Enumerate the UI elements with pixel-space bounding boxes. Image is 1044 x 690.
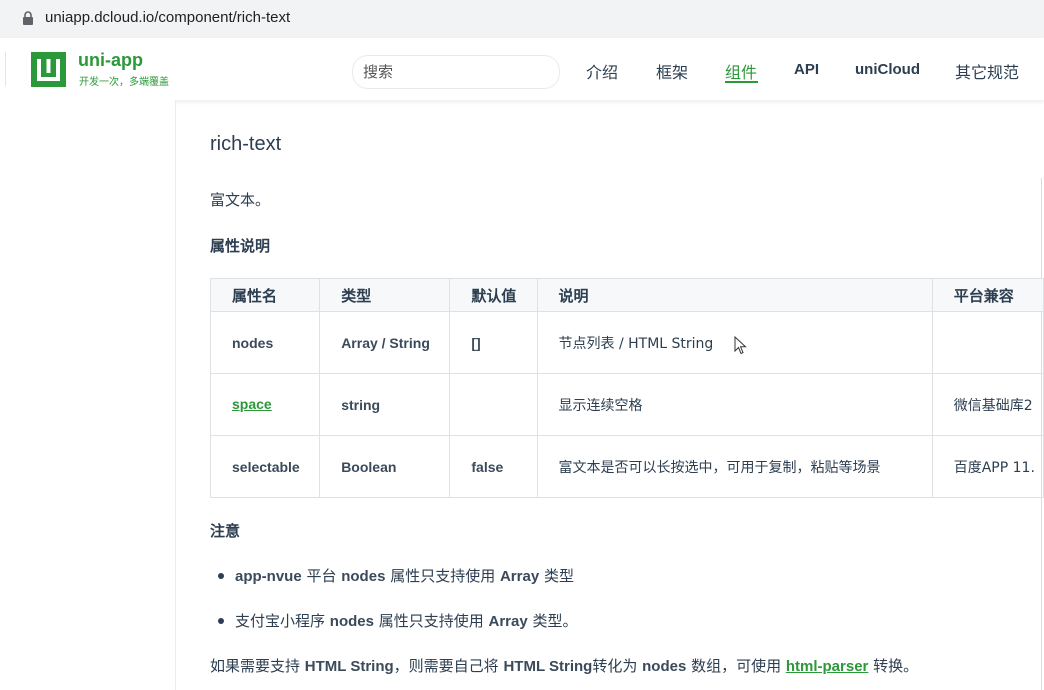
table-row: selectable Boolean false 富文本是否可以长按选中，可用于… bbox=[209, 435, 1044, 498]
nav-intro[interactable]: 介绍 bbox=[586, 59, 618, 83]
props-table: 属性名 类型 默认值 说明 平台兼容 nodes Array / String … bbox=[209, 278, 1044, 498]
navbar-divider bbox=[5, 52, 6, 86]
brand-tagline: 开发一次，多端覆盖 bbox=[79, 77, 169, 88]
address-bar[interactable]: uniapp.dcloud.io/component/rich-text bbox=[0, 0, 1044, 39]
lock-icon bbox=[23, 11, 33, 25]
search-box[interactable] bbox=[352, 55, 560, 89]
table-header-row: 属性名 类型 默认值 说明 平台兼容 bbox=[209, 278, 1044, 312]
space-link[interactable]: space bbox=[232, 396, 272, 412]
col-header-desc: 说明 bbox=[536, 278, 933, 312]
note-code: Array bbox=[499, 568, 540, 585]
note-code: app-nvue bbox=[235, 568, 302, 585]
cell-desc: 显示连续空格 bbox=[536, 373, 933, 436]
nav-components[interactable]: 组件 bbox=[725, 59, 757, 83]
final-text: 如果需要支持 bbox=[210, 657, 305, 675]
sidebar[interactable] bbox=[0, 100, 176, 690]
final-text: ，则需要自己将 bbox=[393, 657, 504, 675]
cell-platform: 微信基础库2 bbox=[931, 373, 1044, 436]
final-code: nodes bbox=[642, 658, 687, 675]
note-item-1: app-nvue 平台 nodes 属性只支持使用 Array 类型 bbox=[235, 565, 574, 586]
final-text: 转化为 bbox=[592, 657, 643, 675]
search-input[interactable] bbox=[361, 62, 545, 82]
final-code: HTML String bbox=[503, 658, 593, 675]
cell-default bbox=[449, 373, 538, 436]
cell-default: [] bbox=[449, 311, 538, 374]
cell-desc: 富文本是否可以长按选中，可用于复制，粘贴等场景 bbox=[536, 435, 933, 498]
col-header-type: 类型 bbox=[319, 278, 451, 312]
cell-default: false bbox=[449, 435, 538, 498]
nav-other-specs[interactable]: 其它规范 bbox=[955, 59, 1019, 83]
site-navbar: uni-app 开发一次，多端覆盖 介绍 框架 组件 API uniCloud … bbox=[0, 38, 1044, 100]
conversion-note: 如果需要支持 HTML String，则需要自己将 HTML String转化为… bbox=[210, 655, 918, 676]
cell-type: Boolean bbox=[319, 435, 451, 498]
table-row: space string 显示连续空格 微信基础库2 bbox=[209, 373, 1044, 436]
uniapp-logo-icon[interactable] bbox=[31, 52, 66, 87]
cell-prop-name: nodes bbox=[209, 311, 321, 374]
final-code: HTML String bbox=[304, 658, 394, 675]
note-code: Array bbox=[488, 613, 528, 630]
bullet-dot bbox=[218, 573, 224, 579]
cell-type: Array / String bbox=[319, 311, 451, 374]
note-text: 类型 bbox=[539, 567, 574, 585]
col-header-default: 默认值 bbox=[449, 278, 538, 312]
note-heading: 注意 bbox=[210, 522, 241, 540]
final-text: 转换。 bbox=[868, 657, 919, 675]
note-code: nodes bbox=[329, 613, 374, 630]
cell-prop-name: space bbox=[209, 373, 321, 436]
brand-name[interactable]: uni-app bbox=[78, 50, 143, 71]
note-text: 类型。 bbox=[527, 612, 578, 630]
nav-api[interactable]: API bbox=[794, 61, 819, 78]
nav-framework[interactable]: 框架 bbox=[656, 59, 688, 83]
cell-prop-name: selectable bbox=[209, 435, 321, 498]
note-text: 支付宝小程序 bbox=[235, 612, 330, 630]
nav-unicloud[interactable]: uniCloud bbox=[855, 61, 920, 78]
col-header-name: 属性名 bbox=[209, 278, 321, 312]
bullet-dot bbox=[218, 618, 224, 624]
cell-platform: 百度APP 11. bbox=[931, 435, 1044, 498]
note-text: 属性只支持使用 bbox=[385, 567, 500, 585]
table-row: nodes Array / String [] 节点列表 / HTML Stri… bbox=[209, 311, 1044, 374]
cell-type: string bbox=[319, 373, 451, 436]
note-code: nodes bbox=[341, 568, 386, 585]
final-text: 数组，可使用 bbox=[686, 657, 786, 675]
cell-platform bbox=[931, 311, 1044, 374]
col-header-platform: 平台兼容 bbox=[931, 278, 1044, 312]
url-text[interactable]: uniapp.dcloud.io/component/rich-text bbox=[45, 9, 290, 26]
page-description: 富文本。 bbox=[210, 191, 271, 209]
active-nav-underline bbox=[725, 81, 758, 83]
note-text: 属性只支持使用 bbox=[373, 612, 489, 630]
note-text: 平台 bbox=[301, 567, 342, 585]
html-parser-link[interactable]: html-parser bbox=[786, 658, 869, 675]
mouse-cursor-icon bbox=[734, 336, 747, 355]
props-heading: 属性说明 bbox=[210, 237, 271, 255]
page-title: rich-text bbox=[210, 133, 282, 155]
note-item-2: 支付宝小程序 nodes 属性只支持使用 Array 类型。 bbox=[235, 610, 578, 631]
